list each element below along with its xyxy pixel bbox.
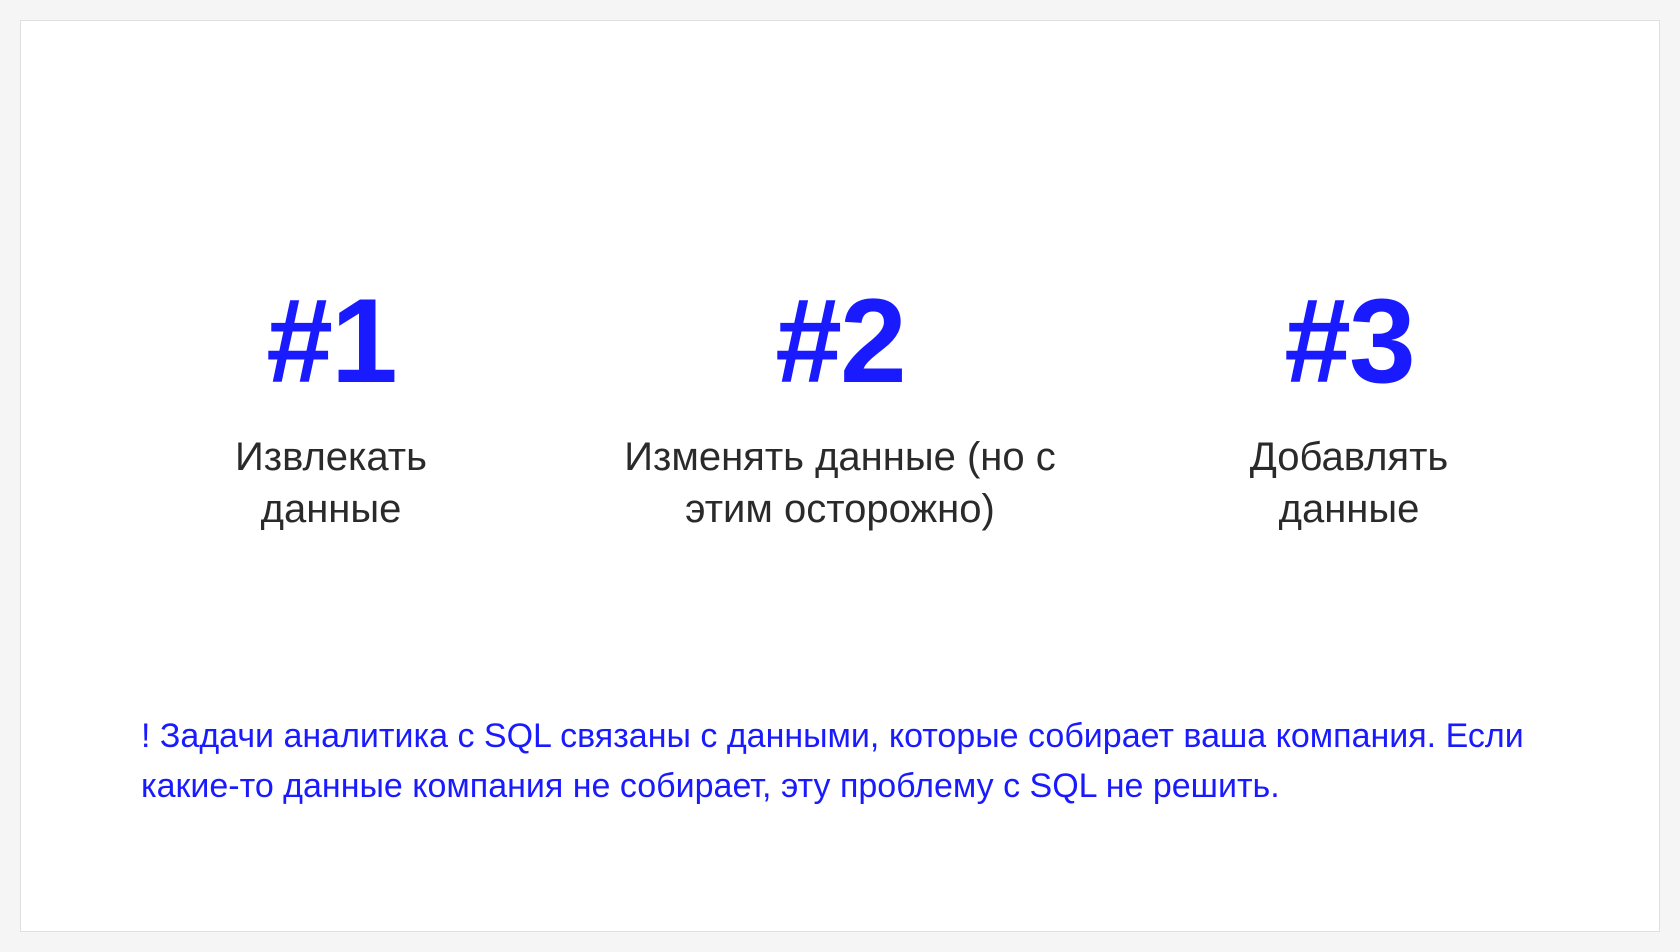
columns-row: #1 Извлекать данные #2 Изменять данные (… xyxy=(141,281,1539,535)
column-3: #3 Добавлять данные xyxy=(1199,281,1499,535)
column-2: #2 Изменять данные (но с этим осторожно) xyxy=(580,281,1100,535)
column-3-description: Добавлять данные xyxy=(1199,431,1499,535)
column-1-number: #1 xyxy=(266,281,395,401)
column-1: #1 Извлекать данные xyxy=(181,281,481,535)
footer-note: ! Задачи аналитика с SQL связаны с данны… xyxy=(141,712,1539,811)
column-3-number: #3 xyxy=(1284,281,1413,401)
column-2-number: #2 xyxy=(775,281,904,401)
column-2-description: Изменять данные (но с этим осторожно) xyxy=(580,431,1100,535)
slide-container: #1 Извлекать данные #2 Изменять данные (… xyxy=(20,20,1660,932)
column-1-description: Извлекать данные xyxy=(181,431,481,535)
